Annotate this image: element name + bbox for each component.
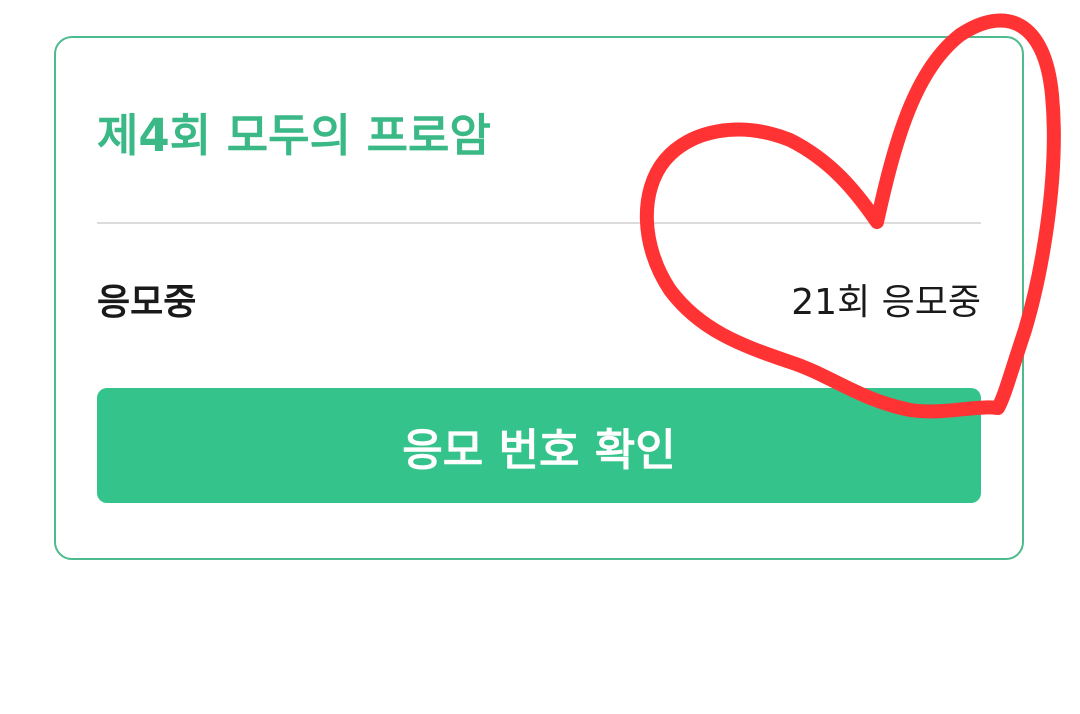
event-card: 제4회 모두의 프로암 응모중 21회 응모중 응모 번호 확인 [54,36,1024,560]
event-title: 제4회 모두의 프로암 [97,109,491,162]
status-label: 응모중 [97,282,197,323]
check-entry-number-button[interactable]: 응모 번호 확인 [97,388,981,503]
divider [97,222,981,224]
entry-count-status: 21회 응모중 [791,282,981,323]
